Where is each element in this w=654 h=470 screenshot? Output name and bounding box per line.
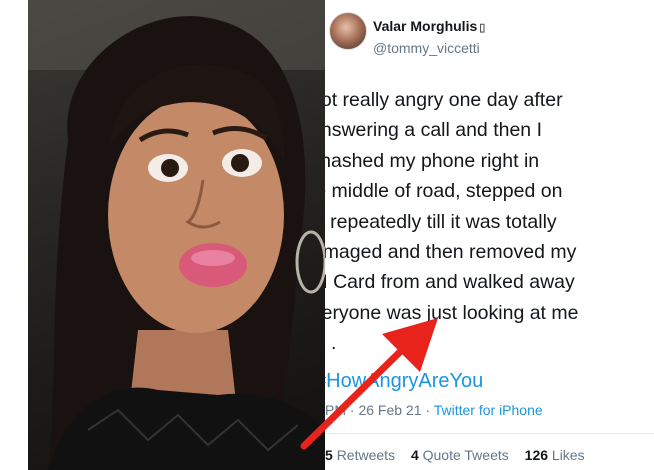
likes-count: 126 — [524, 447, 549, 463]
meta-separator: · — [425, 402, 431, 418]
tweet-author-handle[interactable]: @tommy_viccetti — [373, 40, 480, 56]
tweet-author-name[interactable]: Valar Morghulis ▯ — [373, 18, 485, 34]
verified-icon: ▯ — [479, 22, 486, 34]
quote-tweets-stat[interactable]: 4 Quote Tweets — [411, 447, 509, 463]
likes-label: Likes — [551, 447, 585, 463]
tweet-card: Valar Morghulis ▯ @tommy_viccetti got rea… — [325, 0, 654, 470]
quote-label: Quote Tweets — [422, 447, 509, 463]
tweet-text-line: answering a call and then I — [325, 119, 542, 142]
tweet-date[interactable]: 26 Feb 21 — [358, 402, 421, 418]
meta-separator: · — [349, 402, 355, 418]
tweet-text-line: everyone was just looking at me — [325, 301, 579, 324]
selfie-photo — [28, 0, 325, 470]
tweet-text: got really angry one day after answering… — [325, 85, 578, 359]
likes-stat[interactable]: 126 Likes — [525, 447, 585, 463]
retweets-count: 5 — [325, 447, 333, 463]
tweet-text-line: it repeatedly till it was totally — [325, 210, 557, 233]
divider — [325, 433, 654, 434]
tweet-text-line: the middle of road, stepped on — [325, 180, 563, 203]
tweet-text-line: . — [331, 332, 337, 355]
tweet-text-line: smashed my phone right in — [325, 149, 540, 172]
avatar[interactable] — [329, 12, 367, 50]
tweet-source-link[interactable]: Twitter for iPhone — [434, 402, 543, 418]
retweets-label: Retweets — [336, 447, 396, 463]
tweet-text-line: got really angry one day after — [325, 89, 563, 111]
tweet-text-line: damaged and then removed my — [325, 241, 577, 264]
tweet-time[interactable]: PM — [325, 402, 346, 418]
author-name-text: Valar Morghulis — [373, 18, 478, 34]
retweets-stat[interactable]: 5 Retweets — [325, 447, 395, 463]
tweet-stats: 5 Retweets 4 Quote Tweets 126 Likes — [325, 447, 597, 463]
tweet-text-line: SIM Card from and walked away — [325, 271, 575, 294]
woman-selfie-image — [28, 0, 325, 470]
quote-count: 4 — [410, 447, 419, 463]
tweet-meta: PM · 26 Feb 21 · Twitter for iPhone — [325, 402, 543, 418]
hashtag-link[interactable]: #HowAngryAreYou — [325, 370, 483, 393]
